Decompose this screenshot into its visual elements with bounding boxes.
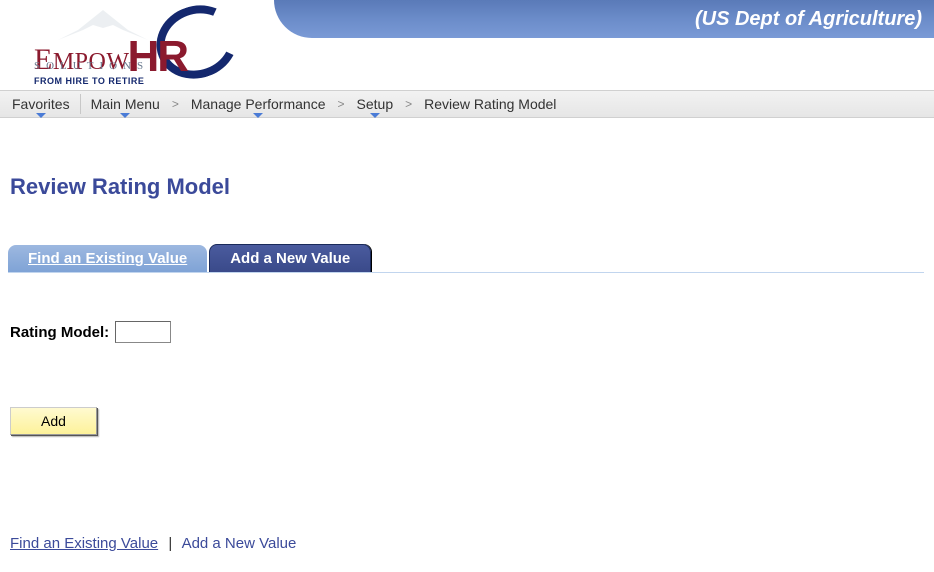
breadcrumb-manage-performance[interactable]: Manage Performance [183,96,334,112]
org-label: (US Dept of Agriculture) [695,8,922,31]
tab-find-existing[interactable]: Find an Existing Value [8,245,207,272]
chevron-right-icon: > [168,97,183,111]
breadcrumb-current: Review Rating Model [416,96,564,112]
breadcrumb-divider [80,94,81,114]
footer-link-find-existing[interactable]: Find an Existing Value [10,535,158,552]
breadcrumb-favorites[interactable]: Favorites [4,96,78,112]
footer-link-add-new[interactable]: Add a New Value [182,535,297,552]
footer-links: Find an Existing Value | Add a New Value [10,535,924,552]
breadcrumb-main-menu[interactable]: Main Menu [83,96,168,112]
tab-add-new[interactable]: Add a New Value [209,244,371,272]
logo-text: EMPOWHR [34,30,189,80]
breadcrumb: Favorites Main Menu > Manage Performance… [0,90,934,118]
add-button[interactable]: Add [10,407,97,435]
logo-tagline: FROM HIRE TO RETIRE [34,76,144,86]
chevron-right-icon: > [401,97,416,111]
rating-model-input[interactable] [115,321,171,343]
chevron-right-icon: > [334,97,349,111]
rating-model-label: Rating Model: [10,324,109,341]
page-title: Review Rating Model [10,174,924,200]
tab-row: Find an Existing Value Add a New Value [8,244,924,273]
pipe-separator: | [168,535,172,552]
logo-solutions: SOLUTIONS [34,60,149,72]
logo: EMPOWHR SOLUTIONS FROM HIRE TO RETIRE [18,2,238,88]
header-band: (US Dept of Agriculture) [274,0,934,38]
breadcrumb-setup[interactable]: Setup [349,96,402,112]
